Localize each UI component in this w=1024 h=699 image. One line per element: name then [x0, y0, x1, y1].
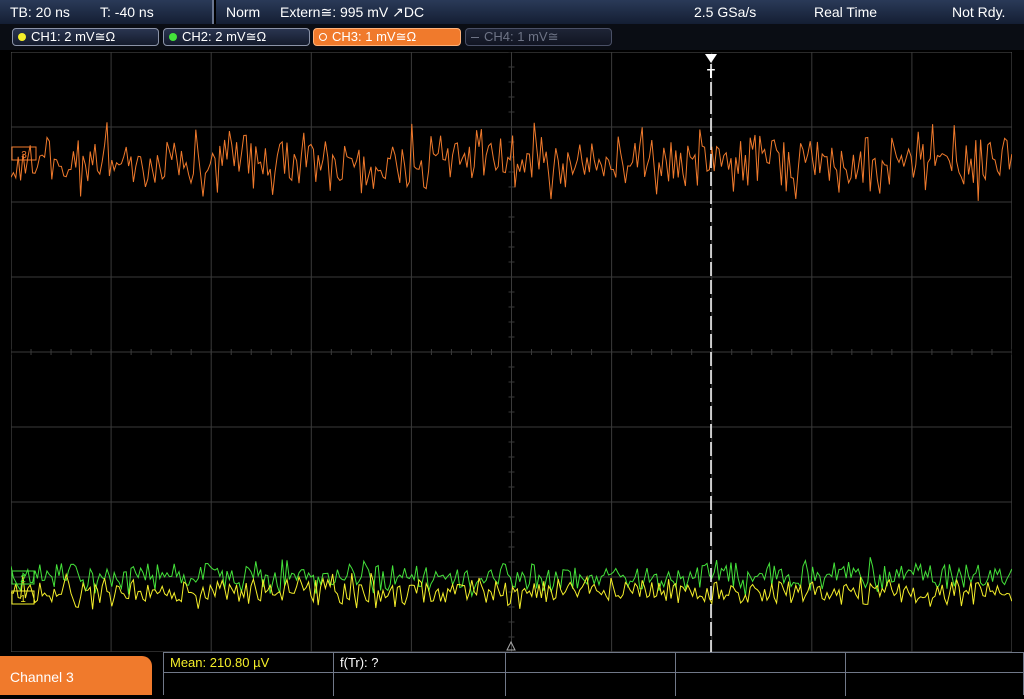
channel-1-marker-label: 1 [20, 594, 26, 605]
channel-bar: CH1: 2 mV≅Ω CH2: 2 mV≅Ω CH3: 1 mV≅Ω CH4:… [0, 24, 1024, 50]
channel-3-label: CH3: 1 mV≅Ω [332, 29, 417, 44]
active-channel-tab[interactable]: Channel 3 [0, 656, 152, 695]
measurement-slot-5[interactable] [846, 653, 1024, 673]
channel-1-label: CH1: 2 mV≅Ω [31, 29, 116, 44]
trigger-offset-readout[interactable]: T: -40 ns [100, 0, 154, 24]
frequency-measurement[interactable]: f(Tr): ? [334, 653, 506, 673]
channel-1-indicator-icon [18, 33, 26, 41]
channel-4-button[interactable]: CH4: 1 mV≅ [465, 28, 612, 46]
acquisition-status-bar: Norm Extern≅: 995 mV ↗DC 2.5 GSa/s Real … [216, 0, 1024, 24]
channel-2-indicator-icon [169, 33, 177, 41]
timebase-readout[interactable]: TB: 20 ns [10, 0, 70, 24]
channel-1-button[interactable]: CH1: 2 mV≅Ω [12, 28, 159, 46]
measurement-slot-7[interactable] [334, 673, 506, 696]
trigger-source[interactable]: Extern≅: 995 mV ↗DC [280, 0, 424, 24]
waveform-display[interactable]: T 3 2 1 [11, 52, 1012, 652]
channel-4-indicator-icon [471, 37, 479, 46]
measurement-table: Mean: 210.80 µV f(Tr): ? [163, 652, 1024, 696]
trigger-mode[interactable]: Norm [226, 0, 260, 24]
channel-3-indicator-icon [319, 33, 327, 41]
run-state: Not Rdy. [952, 4, 1006, 20]
measurement-slot-3[interactable] [506, 653, 676, 673]
sample-rate: 2.5 GSa/s [694, 4, 757, 20]
channel-3-button[interactable]: CH3: 1 mV≅Ω [313, 28, 461, 46]
measurement-slot-8[interactable] [506, 673, 676, 696]
measurement-slot-10[interactable] [846, 673, 1024, 696]
acquisition-mode: Real Time [814, 4, 878, 20]
channel-3-marker-label: 3 [21, 150, 27, 161]
channel-4-label: CH4: 1 mV≅ [484, 29, 559, 44]
channel-2-label: CH2: 2 mV≅Ω [182, 29, 267, 44]
trigger-marker: T [707, 66, 715, 81]
measurement-slot-6[interactable] [164, 673, 334, 696]
channel-2-marker-label: 2 [20, 574, 26, 585]
channel-2-button[interactable]: CH2: 2 mV≅Ω [163, 28, 310, 46]
mean-measurement[interactable]: Mean: 210.80 µV [164, 653, 334, 673]
measurement-slot-9[interactable] [676, 673, 846, 696]
timebase-panel[interactable]: TB: 20 ns T: -40 ns [0, 0, 214, 24]
measurement-slot-4[interactable] [676, 653, 846, 673]
